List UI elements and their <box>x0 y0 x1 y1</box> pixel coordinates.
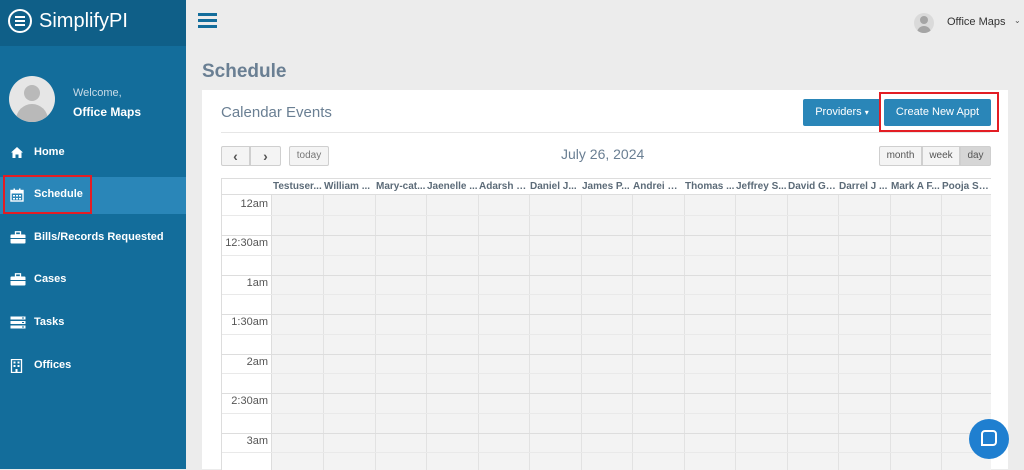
time-label: 2am <box>246 356 268 368</box>
brand-name[interactable]: SimplifyPI <box>39 10 128 33</box>
resource-header[interactable]: Mark A F... <box>890 181 941 194</box>
view-week-button[interactable]: week <box>922 146 960 166</box>
view-month-button[interactable]: month <box>879 146 922 166</box>
today-button[interactable]: today <box>289 146 329 166</box>
sidebar-item-home[interactable]: Home <box>0 135 186 172</box>
chat-widget-button[interactable] <box>969 419 1009 459</box>
next-button[interactable]: › <box>250 146 281 166</box>
server-icon <box>10 316 26 329</box>
welcome-text: Welcome, <box>73 87 122 99</box>
calendar-panel: Calendar Events Providers ▾ Create New A… <box>202 90 1008 470</box>
sidebar-item-label: Offices <box>34 359 72 371</box>
sidebar-item-label: Home <box>34 146 65 158</box>
sidebar-item-label: Bills/Records Requested <box>34 231 164 243</box>
hamburger-icon[interactable] <box>198 13 217 29</box>
resource-header[interactable]: Mary-cat... <box>375 181 426 194</box>
chevron-left-icon: ‹ <box>233 148 238 164</box>
sidebar-item-tasks[interactable]: Tasks <box>0 305 186 342</box>
user-avatar[interactable] <box>914 13 934 33</box>
time-slots[interactable] <box>272 195 991 470</box>
resource-header[interactable]: Jaenelle ... <box>426 181 478 194</box>
resource-header[interactable]: Testuser... <box>272 181 323 194</box>
caret-down-icon: ▾ <box>864 108 869 117</box>
chat-icon <box>981 430 997 446</box>
chevron-right-icon: › <box>263 148 268 164</box>
sidebar-item-bills-records[interactable]: Bills/Records Requested <box>0 220 186 257</box>
menu-circle-icon[interactable] <box>8 9 32 33</box>
topbar: Office Maps ⌄ <box>186 0 1024 46</box>
resource-header[interactable]: Thomas ... <box>684 181 735 194</box>
resource-header[interactable]: William ... <box>323 181 375 194</box>
briefcase-icon <box>10 273 26 286</box>
resource-header[interactable]: Pooja Sh... <box>941 181 991 194</box>
briefcase-icon <box>10 231 26 244</box>
sidebar: SimplifyPI Welcome, Office Maps Home Sch… <box>0 0 186 469</box>
time-label: 12:30am <box>225 237 268 249</box>
resource-header-row: Testuser... William ... Mary-cat... Jaen… <box>222 179 991 195</box>
home-icon <box>10 146 24 159</box>
resource-header[interactable]: Andrei M... <box>632 181 684 194</box>
resource-header[interactable]: Darrel J ... <box>838 181 890 194</box>
time-label: 3am <box>246 435 268 447</box>
building-icon <box>10 358 24 374</box>
calendar-grid: Testuser... William ... Mary-cat... Jaen… <box>221 178 991 470</box>
brand-bar: SimplifyPI <box>0 0 186 46</box>
chevron-down-icon[interactable]: ⌄ <box>1014 16 1021 25</box>
profile-name: Office Maps <box>73 105 142 119</box>
resource-header[interactable]: Jeffrey S... <box>735 181 787 194</box>
sidebar-item-label: Cases <box>34 273 67 285</box>
resource-header[interactable]: James P... <box>581 181 632 194</box>
sidebar-item-cases[interactable]: Cases <box>0 262 186 299</box>
time-label: 2:30am <box>231 395 268 407</box>
sidebar-item-label: Tasks <box>34 316 65 328</box>
calendar-date: July 26, 2024 <box>561 146 645 162</box>
time-axis: 12am 12:30am 1am 1:30am 2am 2:30am 3am <box>222 195 272 470</box>
divider <box>221 132 990 133</box>
page-title: Schedule <box>202 61 287 82</box>
providers-label: Providers <box>815 106 862 118</box>
time-label: 12am <box>240 198 268 210</box>
providers-dropdown[interactable]: Providers ▾ <box>803 99 881 126</box>
resource-header[interactable]: Adarsh S... <box>478 181 529 194</box>
time-label: 1am <box>246 277 268 289</box>
resource-header[interactable]: David Gil... <box>787 181 838 194</box>
sidebar-item-offices[interactable]: Offices <box>0 348 186 385</box>
prev-button[interactable]: ‹ <box>221 146 250 166</box>
time-label: 1:30am <box>231 316 268 328</box>
avatar <box>9 76 55 122</box>
resource-header[interactable]: Daniel J... <box>529 181 581 194</box>
view-day-button[interactable]: day <box>960 146 991 166</box>
highlight-schedule <box>3 175 92 214</box>
highlight-create-appt <box>879 92 999 132</box>
panel-title: Calendar Events <box>221 104 332 121</box>
user-menu[interactable]: Office Maps <box>947 16 1006 28</box>
